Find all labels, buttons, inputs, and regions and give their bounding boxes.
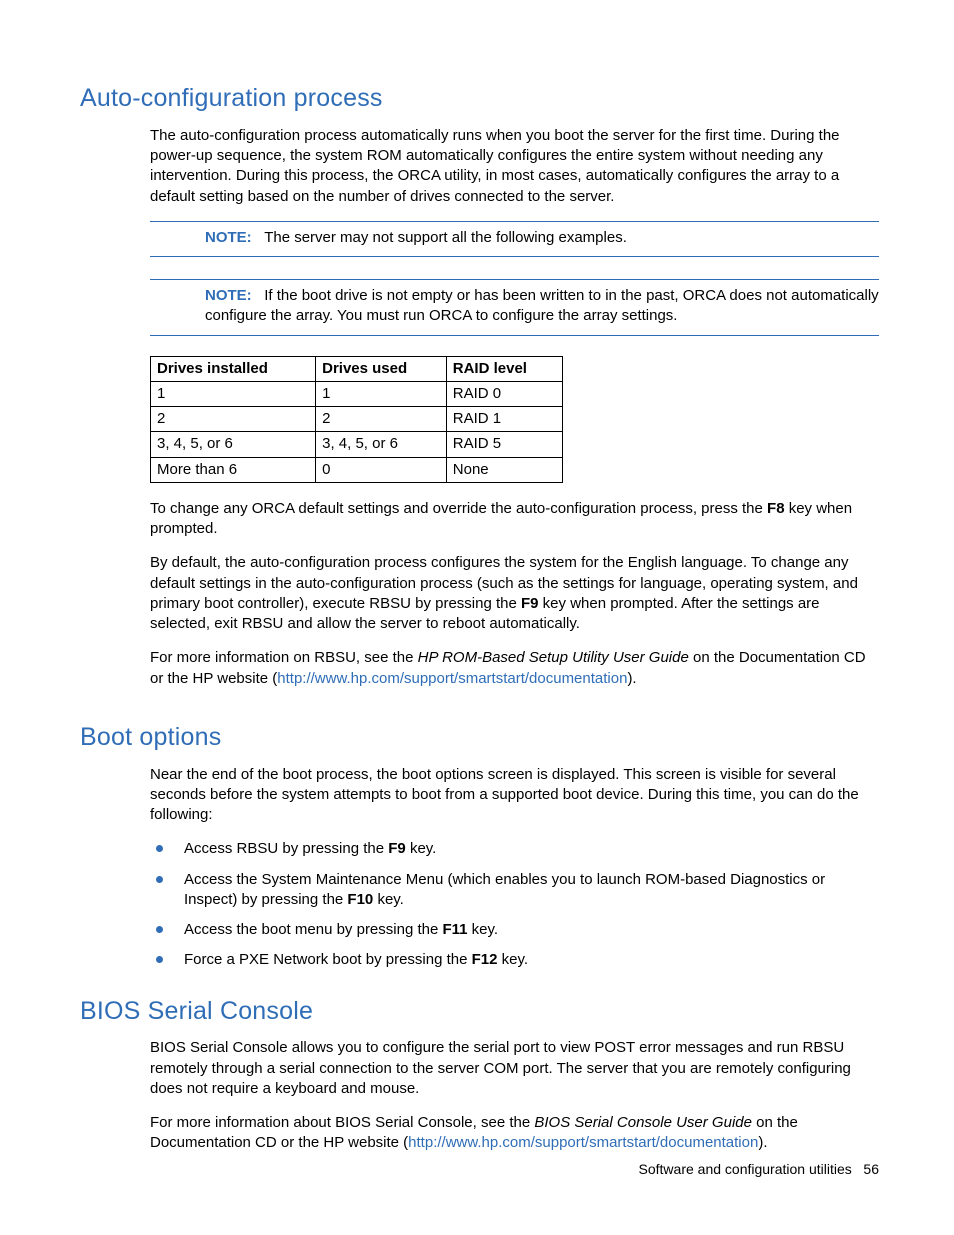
key-f8: F8 bbox=[767, 500, 785, 517]
cell: None bbox=[446, 457, 562, 482]
para: The auto-configuration process automatic… bbox=[150, 126, 879, 207]
list-item: Access the System Maintenance Menu (whic… bbox=[150, 870, 879, 921]
table-header-row: Drives installed Drives used RAID level bbox=[151, 356, 563, 381]
heading-boot-options: Boot options bbox=[80, 721, 879, 755]
cell: 2 bbox=[151, 407, 316, 432]
cell: 1 bbox=[316, 381, 447, 406]
key-f12: F12 bbox=[472, 951, 498, 968]
list-item: Access the boot menu by pressing the F11… bbox=[150, 920, 879, 950]
note-label: NOTE: bbox=[205, 287, 252, 304]
key-f10: F10 bbox=[347, 891, 373, 908]
th-drives-installed: Drives installed bbox=[151, 356, 316, 381]
footer-text: Software and configuration utilities bbox=[639, 1161, 852, 1177]
cell: More than 6 bbox=[151, 457, 316, 482]
para: For more information on RBSU, see the HP… bbox=[150, 648, 879, 689]
text: Access the boot menu by pressing the bbox=[184, 921, 442, 938]
text: key. bbox=[373, 891, 404, 908]
cell: 1 bbox=[151, 381, 316, 406]
cell: 3, 4, 5, or 6 bbox=[316, 432, 447, 457]
key-f11: F11 bbox=[442, 921, 467, 938]
cell: RAID 0 bbox=[446, 381, 562, 406]
note-box-1: NOTE: The server may not support all the… bbox=[150, 221, 879, 257]
text: ). bbox=[758, 1134, 767, 1151]
hp-doc-link-2[interactable]: http://www.hp.com/support/smartstart/doc… bbox=[408, 1134, 758, 1151]
text: key. bbox=[498, 951, 529, 968]
note-box-2: NOTE: If the boot drive is not empty or … bbox=[150, 279, 879, 336]
key-f9: F9 bbox=[521, 595, 539, 612]
guide-title: BIOS Serial Console User Guide bbox=[534, 1114, 752, 1131]
para: BIOS Serial Console allows you to config… bbox=[150, 1038, 879, 1099]
heading-bios-serial-console: BIOS Serial Console bbox=[80, 995, 879, 1029]
table-row: 1 1 RAID 0 bbox=[151, 381, 563, 406]
section1-body: The auto-configuration process automatic… bbox=[150, 126, 879, 207]
note-text bbox=[256, 287, 264, 304]
hp-doc-link[interactable]: http://www.hp.com/support/smartstart/doc… bbox=[277, 670, 627, 687]
text: Access the System Maintenance Menu (whic… bbox=[184, 871, 825, 908]
list-item: Force a PXE Network boot by pressing the… bbox=[150, 950, 879, 980]
note-text: If the boot drive is not empty or has be… bbox=[205, 287, 879, 324]
cell: RAID 1 bbox=[446, 407, 562, 432]
table-row: 2 2 RAID 1 bbox=[151, 407, 563, 432]
raid-table: Drives installed Drives used RAID level … bbox=[150, 356, 563, 483]
para: To change any ORCA default settings and … bbox=[150, 499, 879, 540]
text: To change any ORCA default settings and … bbox=[150, 500, 767, 517]
text: ). bbox=[627, 670, 636, 687]
table-row: 3, 4, 5, or 6 3, 4, 5, or 6 RAID 5 bbox=[151, 432, 563, 457]
cell: 0 bbox=[316, 457, 447, 482]
page: Auto-configuration process The auto-conf… bbox=[0, 0, 954, 1235]
page-footer: Software and configuration utilities 56 bbox=[639, 1160, 879, 1179]
text: For more information on RBSU, see the bbox=[150, 649, 418, 666]
section1-body2: To change any ORCA default settings and … bbox=[150, 499, 879, 689]
section2-body: Near the end of the boot process, the bo… bbox=[150, 765, 879, 826]
list-item: Access RBSU by pressing the F9 key. bbox=[150, 839, 879, 869]
heading-auto-configuration: Auto-configuration process bbox=[80, 82, 879, 116]
note-text: The server may not support all the follo… bbox=[264, 229, 627, 246]
text: Force a PXE Network boot by pressing the bbox=[184, 951, 472, 968]
th-drives-used: Drives used bbox=[316, 356, 447, 381]
text: key. bbox=[468, 921, 499, 938]
text: key. bbox=[406, 840, 437, 857]
note-label: NOTE: bbox=[205, 229, 252, 246]
para: Near the end of the boot process, the bo… bbox=[150, 765, 879, 826]
th-raid-level: RAID level bbox=[446, 356, 562, 381]
note-text bbox=[256, 229, 264, 246]
cell: 3, 4, 5, or 6 bbox=[151, 432, 316, 457]
cell: RAID 5 bbox=[446, 432, 562, 457]
para: For more information about BIOS Serial C… bbox=[150, 1113, 879, 1154]
section3-body: BIOS Serial Console allows you to config… bbox=[150, 1038, 879, 1153]
page-number: 56 bbox=[863, 1161, 879, 1177]
text: Access RBSU by pressing the bbox=[184, 840, 388, 857]
cell: 2 bbox=[316, 407, 447, 432]
key-f9: F9 bbox=[388, 840, 406, 857]
text: For more information about BIOS Serial C… bbox=[150, 1114, 534, 1131]
boot-options-list: Access RBSU by pressing the F9 key. Acce… bbox=[150, 839, 879, 980]
table-row: More than 6 0 None bbox=[151, 457, 563, 482]
guide-title: HP ROM-Based Setup Utility User Guide bbox=[418, 649, 689, 666]
para: By default, the auto-configuration proce… bbox=[150, 553, 879, 634]
